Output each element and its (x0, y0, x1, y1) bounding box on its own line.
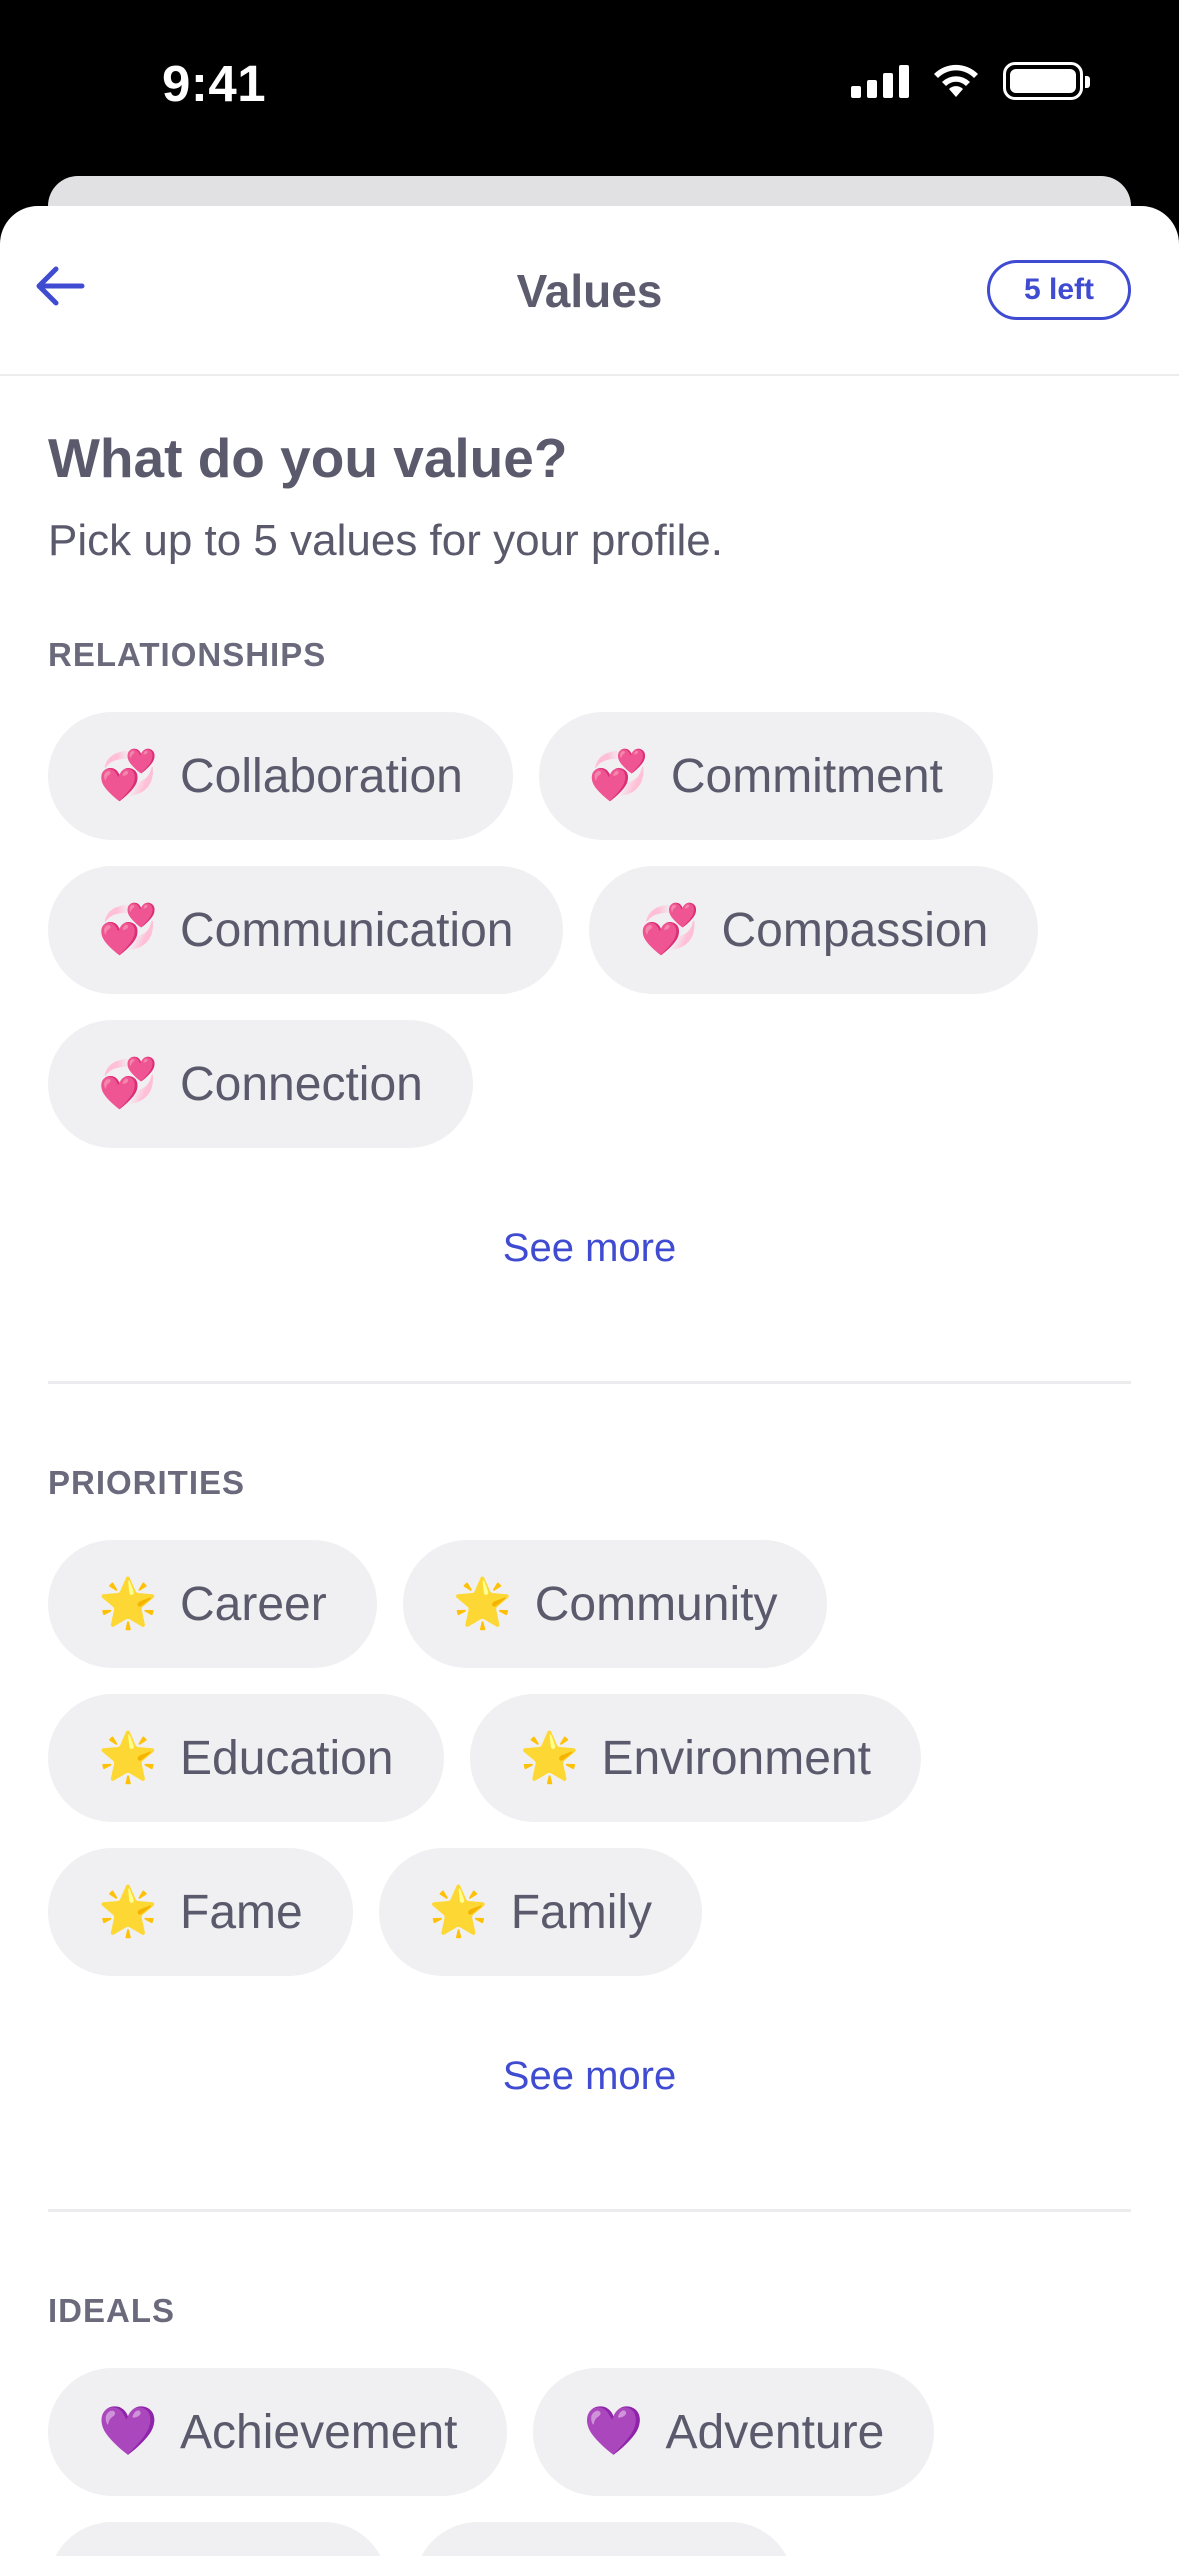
wifi-icon (934, 64, 978, 97)
star-icon: 🌟 (428, 1885, 489, 1938)
chip-label: Education (180, 1731, 394, 1785)
value-chip-career[interactable]: 🌟 Career (48, 1540, 377, 1668)
section-relationships: RELATIONSHIPS 💞 Collaboration 💞 Commitment… (48, 636, 1131, 1384)
value-chip-compassion[interactable]: 💞 Compassion (589, 866, 1039, 994)
star-icon: 🌟 (98, 1731, 158, 1784)
chip-label: Career (180, 1577, 327, 1631)
chip-list: 🌟 Career 🌟 Community 🌟 Education 🌟 Environme… (48, 1540, 1131, 1976)
chip-label: Communication (180, 903, 514, 957)
section-title: IDEALS (48, 2292, 176, 2329)
see-more-link[interactable]: See more (48, 2054, 1131, 2099)
hearts-icon: 💞 (98, 749, 158, 802)
values-sheet: Values 5 left What do you value? Pick up… (0, 206, 1179, 2556)
value-chip-collaboration[interactable]: 💞 Collaboration (48, 712, 513, 840)
battery-icon (1003, 62, 1090, 100)
purple-heart-icon: 💜 (583, 2405, 644, 2458)
chip-list: 💜 Achievement 💜 Adventure (48, 2368, 1131, 2556)
section-priorities: PRIORITIES 🌟 Career 🌟 Community 🌟 Education… (48, 1464, 1131, 2212)
cellular-signal-icon (851, 64, 909, 98)
value-chip-fame[interactable]: 🌟 Fame (48, 1848, 353, 1976)
section-divider (48, 1381, 1131, 1384)
chip-label: Achievement (180, 2405, 458, 2459)
star-icon: 🌟 (452, 1577, 513, 1630)
status-time: 9:41 (162, 55, 267, 112)
value-chip-environment[interactable]: 🌟 Environment (469, 1694, 921, 1822)
value-chip-connection[interactable]: 💞 Connection (48, 1020, 473, 1148)
chip-label: Compassion (721, 903, 989, 957)
chip-label: Community (534, 1577, 778, 1631)
chip-label: Connection (180, 1057, 423, 1111)
section-title: RELATIONSHIPS (48, 636, 327, 673)
value-chip-partial[interactable] (48, 2522, 388, 2556)
value-chip-community[interactable]: 🌟 Community (402, 1540, 828, 1668)
section-title: PRIORITIES (48, 1464, 246, 1501)
hearts-icon: 💞 (98, 1057, 158, 1110)
prompt-heading: What do you value? (48, 427, 568, 489)
chip-label: Fame (180, 1885, 303, 1939)
section-divider (48, 2209, 1131, 2212)
status-bar: 9:41 (0, 0, 1179, 176)
status-icons (851, 62, 1090, 100)
value-chip-adventure[interactable]: 💜 Adventure (533, 2368, 935, 2496)
star-icon: 🌟 (98, 1885, 158, 1938)
chip-label: Commitment (670, 749, 943, 803)
purple-heart-icon: 💜 (98, 2405, 158, 2458)
remaining-count-badge: 5 left (986, 260, 1131, 320)
hearts-icon: 💞 (98, 903, 158, 956)
chip-label: Collaboration (180, 749, 463, 803)
value-chip-communication[interactable]: 💞 Communication (48, 866, 564, 994)
see-more-link[interactable]: See more (48, 1226, 1131, 1271)
hearts-icon: 💞 (639, 903, 700, 956)
star-icon: 🌟 (519, 1731, 580, 1784)
chip-list: 💞 Collaboration 💞 Commitment 💞 Communicatio… (48, 712, 1131, 1148)
value-chip-education[interactable]: 🌟 Education (48, 1694, 444, 1822)
chip-label: Environment (601, 1731, 871, 1785)
content: What do you value? Pick up to 5 values f… (0, 426, 1179, 2556)
prompt-subheading: Pick up to 5 values for your profile. (48, 516, 723, 565)
chip-label: Family (510, 1885, 653, 1939)
value-chip-commitment[interactable]: 💞 Commitment (538, 712, 993, 840)
star-icon: 🌟 (98, 1577, 158, 1630)
value-chip-achievement[interactable]: 💜 Achievement (48, 2368, 508, 2496)
value-chip-partial[interactable] (414, 2522, 794, 2556)
value-chip-family[interactable]: 🌟 Family (378, 1848, 703, 1976)
section-ideals: IDEALS 💜 Achievement 💜 Adventure (48, 2292, 1131, 2556)
chip-label: Adventure (665, 2405, 885, 2459)
hearts-icon: 💞 (588, 749, 649, 802)
nav-bar: Values 5 left (0, 206, 1179, 376)
